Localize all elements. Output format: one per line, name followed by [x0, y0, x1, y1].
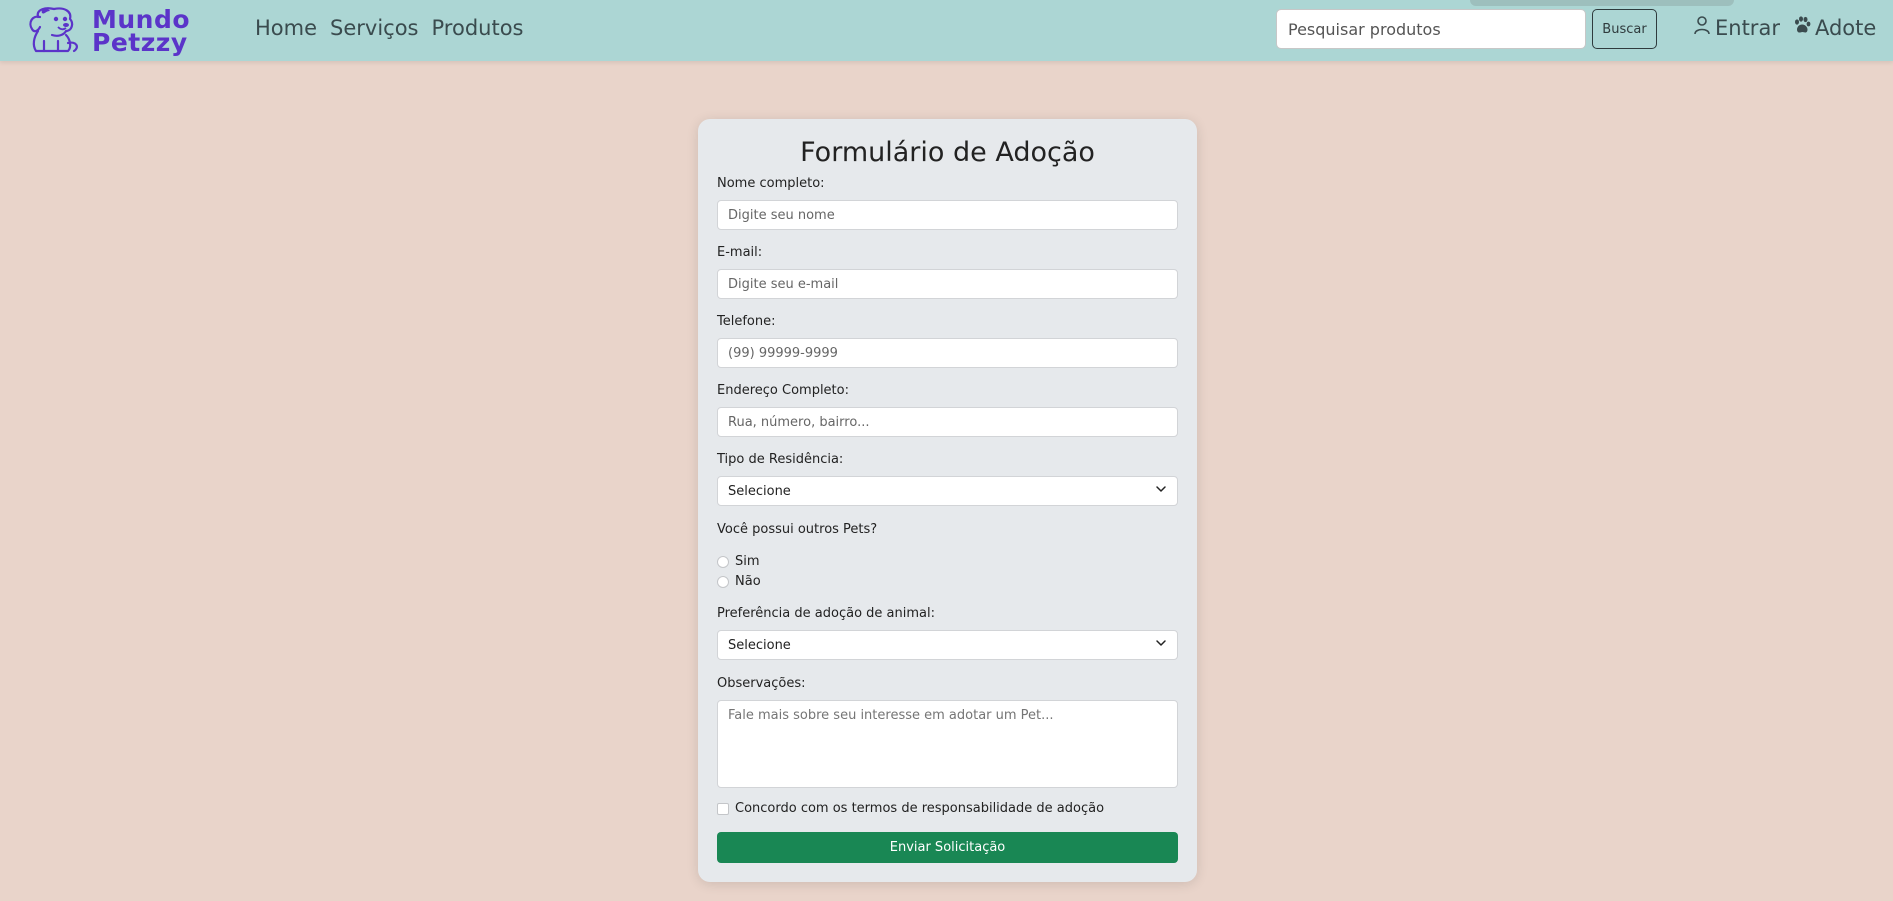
email-input[interactable]	[717, 269, 1178, 299]
paw-icon	[1792, 15, 1812, 40]
terms-label: Concordo com os termos de responsabilida…	[735, 801, 1105, 816]
phone-input[interactable]	[717, 338, 1178, 368]
address-input[interactable]	[717, 407, 1178, 437]
email-label: E-mail:	[717, 245, 763, 260]
residence-label: Tipo de Residência:	[717, 452, 844, 467]
phone-label: Telefone:	[717, 314, 776, 329]
search-button[interactable]: Buscar	[1592, 9, 1657, 49]
adoption-form-card: Formulário de Adoção Nome completo: E-ma…	[698, 119, 1197, 882]
terms-checkbox-row[interactable]: Concordo com os termos de responsabilida…	[717, 801, 1104, 816]
user-icon	[1692, 15, 1712, 40]
login-link[interactable]: Entrar	[1692, 15, 1780, 40]
pets-radio-sim[interactable]	[717, 555, 729, 568]
chevron-down-icon	[1155, 483, 1167, 499]
notes-textarea[interactable]	[717, 700, 1178, 788]
pets-option-nao-label: Não	[735, 574, 761, 589]
submit-button[interactable]: Enviar Solicitação	[717, 832, 1178, 863]
form-title: Formulário de Adoção	[800, 137, 1095, 168]
search-input[interactable]	[1276, 9, 1586, 49]
pets-radio-nao[interactable]	[717, 575, 729, 588]
address-label: Endereço Completo:	[717, 383, 849, 398]
nav-actions: Entrar Adote	[1692, 15, 1876, 40]
pets-question-label: Você possui outros Pets?	[717, 522, 878, 537]
preference-select[interactable]: Selecione	[717, 630, 1178, 660]
nav-link-servicos[interactable]: Serviços	[330, 16, 418, 40]
brand-name-line2: Petzzy	[92, 28, 188, 57]
preference-label: Preferência de adoção de animal:	[717, 606, 935, 621]
adopt-link[interactable]: Adote	[1792, 15, 1876, 40]
pets-option-sim[interactable]: Sim	[717, 554, 760, 569]
brand-name: Mundo Petzzy	[92, 7, 190, 57]
residence-select-value: Selecione	[728, 483, 791, 499]
name-label: Nome completo:	[717, 176, 825, 191]
name-input[interactable]	[717, 200, 1178, 230]
login-label: Entrar	[1715, 15, 1780, 40]
nav-link-produtos[interactable]: Produtos	[432, 16, 524, 40]
preference-select-value: Selecione	[728, 637, 791, 653]
dog-logo-icon	[18, 5, 86, 57]
notes-label: Observações:	[717, 676, 806, 691]
main-nav: Home Serviços Produtos	[255, 16, 523, 40]
chevron-down-icon	[1155, 637, 1167, 653]
nav-link-home[interactable]: Home	[255, 16, 317, 40]
residence-select[interactable]: Selecione	[717, 476, 1178, 506]
pets-option-sim-label: Sim	[735, 554, 760, 569]
brand-logo[interactable]: Mundo Petzzy	[18, 5, 190, 57]
top-navbar: Mundo Petzzy Home Serviços Produtos Busc…	[0, 0, 1893, 61]
pets-option-nao[interactable]: Não	[717, 574, 761, 589]
top-pill-decoration	[1470, 0, 1734, 6]
adopt-label: Adote	[1814, 15, 1877, 40]
terms-checkbox[interactable]	[717, 802, 729, 815]
